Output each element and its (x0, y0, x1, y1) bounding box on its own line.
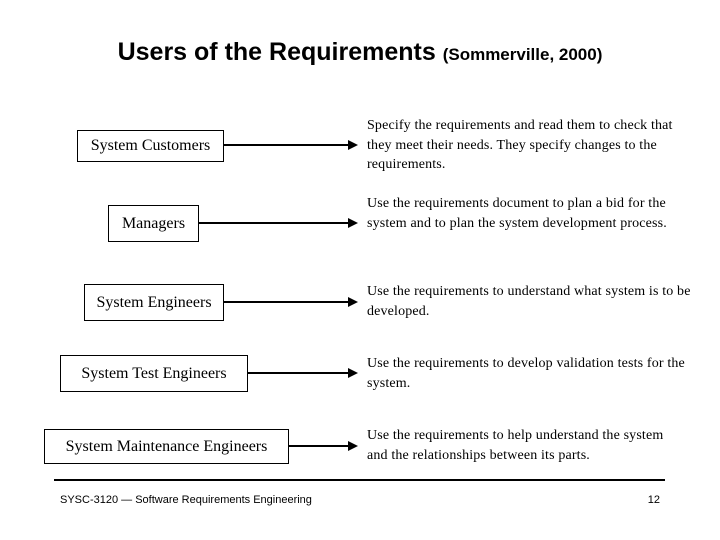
role-box-managers: Managers (108, 205, 199, 242)
role-box-system-customers: System Customers (77, 130, 224, 162)
arrow-system-customers (224, 140, 358, 150)
role-box-system-engineers: System Engineers (84, 284, 224, 321)
arrow-managers (199, 218, 358, 228)
arrow-system-maintenance-engineers (289, 441, 358, 451)
description-system-customers: Specify the requirements and read them t… (367, 118, 673, 172)
role-label: System Engineers (96, 293, 212, 311)
footer-divider (54, 479, 665, 481)
role-label: System Test Engineers (81, 364, 227, 382)
description-managers: Use the requirements document to plan a … (367, 196, 667, 231)
arrow-system-engineers (224, 297, 358, 307)
description-system-maintenance-engineers: Use the requirements to help understand … (367, 428, 664, 463)
role-label: System Customers (90, 137, 211, 154)
slide: Users of the Requirements (Sommerville, … (0, 0, 720, 540)
arrow-system-test-engineers (248, 368, 358, 378)
description-system-engineers: Use the requirements to understand what … (367, 284, 691, 319)
slide-title: Users of the Requirements (Sommerville, … (0, 37, 720, 70)
description-system-test-engineers: Use the requirements to develop validati… (367, 356, 685, 391)
role-label: System Maintenance Engineers (65, 437, 268, 455)
title-citation: (Sommerville, 2000) (442, 45, 603, 64)
title-text: Users of the Requirements (117, 38, 436, 66)
footer-course-label: SYSC-3120 — Software Requirements Engine… (60, 494, 312, 506)
role-box-system-maintenance-engineers: System Maintenance Engineers (44, 429, 289, 464)
role-box-system-test-engineers: System Test Engineers (60, 355, 248, 392)
role-label: Managers (121, 214, 186, 232)
page-number: 12 (647, 494, 660, 506)
